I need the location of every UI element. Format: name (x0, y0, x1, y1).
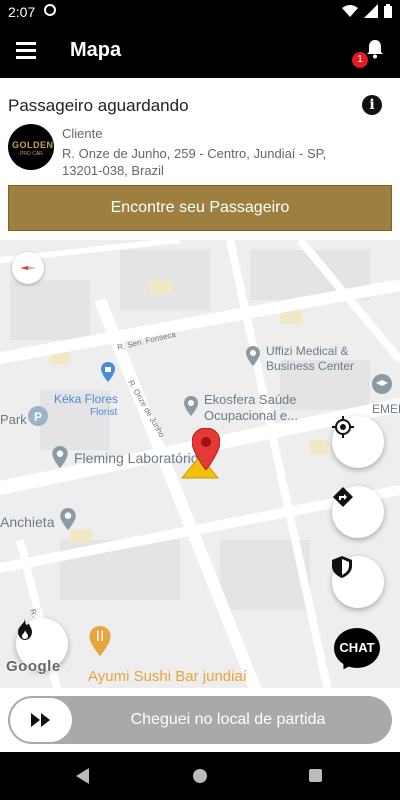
client-address: R. Onze de Junho, 259 - Centro, Jundiaí … (62, 146, 327, 178)
slider-knob[interactable] (10, 698, 72, 742)
safety-button[interactable] (332, 556, 384, 608)
google-logo: Google (6, 658, 61, 675)
arrived-slider[interactable]: Cheguei no local de partida (8, 696, 392, 744)
poi-label: Ocupacional e... (204, 408, 298, 423)
shopping-bag-icon (101, 362, 115, 382)
shield-icon (332, 556, 352, 578)
sync-icon (44, 4, 56, 16)
poi-label: Park (0, 412, 27, 427)
passenger-status-heading: Passageiro aguardando (8, 96, 189, 115)
restaurant-icon (89, 626, 111, 656)
poi-label: Ekosfera Saúde (204, 392, 297, 407)
wifi-icon (342, 5, 358, 17)
poi-label: Anchieta (0, 514, 55, 530)
slider-label: Cheguei no local de partida (130, 711, 326, 728)
poi-label: EMEB (372, 402, 400, 416)
battery-icon (384, 4, 392, 18)
my-location-button[interactable] (332, 416, 384, 468)
poi-label: Kéka Flores (54, 392, 119, 406)
find-passenger-button[interactable]: Encontre seu Passageiro (8, 185, 392, 231)
recent-apps-icon[interactable] (309, 769, 322, 782)
page-title: Mapa (70, 39, 122, 61)
menu-icon[interactable] (16, 40, 38, 60)
svg-text:P: P (34, 410, 42, 424)
status-icons (342, 4, 392, 18)
map-view[interactable]: R. Sen. Fonseca R. Onze de Junho R. Uffi… (0, 240, 400, 700)
school-icon (372, 374, 392, 394)
status-time: 2:07 (8, 4, 36, 20)
client-avatar: GOLDEN PRO CAR (8, 124, 54, 170)
passenger-pin-icon[interactable] (192, 428, 220, 470)
info-icon[interactable]: i (362, 95, 382, 115)
client-label: Cliente (62, 126, 103, 141)
location-marker-icon (52, 446, 68, 468)
notifications-button[interactable]: 1 (352, 38, 386, 68)
back-icon[interactable] (76, 768, 89, 784)
bottom-action-area: Cheguei no local de partida (0, 688, 400, 752)
poi-label: Florist (90, 407, 118, 418)
app-bar: Mapa 1 (0, 24, 400, 78)
location-marker-icon (184, 396, 198, 416)
location-marker-icon (246, 346, 260, 366)
poi-label: Ayumi Sushi Bar jundiaí (88, 668, 247, 685)
location-marker-icon (60, 508, 76, 530)
directions-icon (333, 487, 353, 507)
avatar-logo-subtext: PRO CAR (20, 151, 43, 157)
notification-badge: 1 (352, 52, 368, 68)
system-nav-bar (0, 752, 400, 800)
fast-forward-icon (31, 713, 50, 727)
home-icon[interactable] (193, 769, 207, 783)
directions-button[interactable] (332, 486, 384, 538)
signal-icon (364, 4, 378, 18)
compass-icon (20, 266, 36, 270)
parking-icon: P (28, 406, 48, 426)
status-bar: 2:07 (0, 0, 400, 24)
flame-icon (18, 618, 32, 640)
poi-label: Uffizi Medical & (266, 344, 349, 358)
avatar-logo-text: GOLDEN (12, 140, 54, 150)
poi-label: Business Center (266, 359, 355, 373)
crosshair-icon (332, 416, 354, 438)
compass-button[interactable] (12, 252, 44, 284)
passenger-card: Passageiro aguardando i GOLDEN PRO CAR C… (0, 78, 400, 240)
